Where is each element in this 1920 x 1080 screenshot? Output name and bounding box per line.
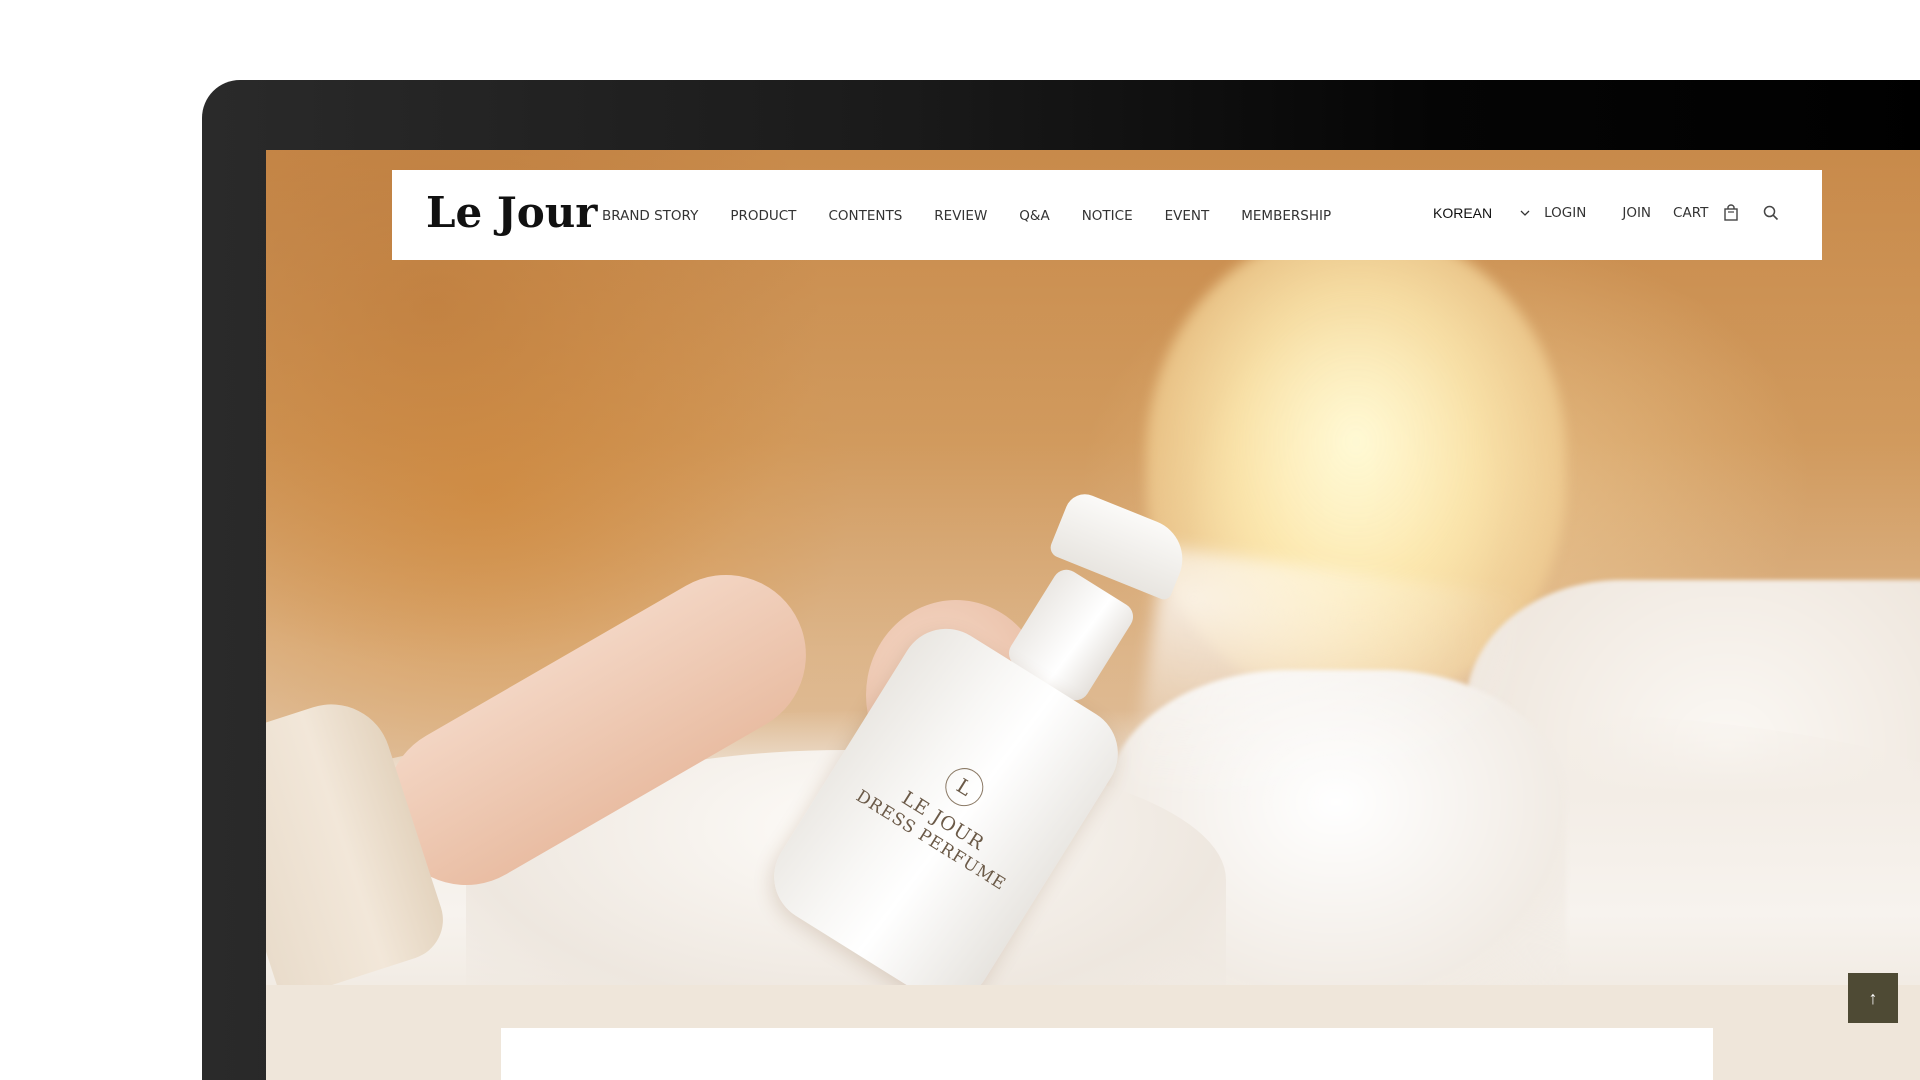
menu-item-membership[interactable]: MEMBERSHIP — [1241, 208, 1331, 224]
login-link[interactable]: LOGIN — [1544, 205, 1586, 221]
menu-item-notice[interactable]: NOTICE — [1082, 208, 1133, 224]
hero-image: L LE JOUR DRESS PERFUME — [266, 150, 1920, 985]
search-icon[interactable] — [1762, 204, 1780, 222]
join-link[interactable]: JOIN — [1622, 205, 1651, 221]
hero-spray-mist — [1131, 546, 1521, 834]
shopping-bag-icon[interactable] — [1722, 204, 1740, 222]
website-screen: L LE JOUR DRESS PERFUME Le Jour BRAND ST… — [266, 150, 1920, 1080]
content-card — [501, 1028, 1713, 1080]
site-logo[interactable]: Le Jour — [426, 188, 597, 237]
language-select[interactable]: KOREAN — [1433, 205, 1492, 221]
top-navbar: Le Jour BRAND STORY PRODUCT CONTENTS REV… — [392, 170, 1822, 260]
scroll-to-top-button[interactable]: ↑ — [1848, 973, 1898, 1023]
menu-item-product[interactable]: PRODUCT — [730, 208, 796, 224]
menu-item-brand-story[interactable]: BRAND STORY — [602, 208, 698, 224]
arrow-up-icon: ↑ — [1868, 988, 1878, 1008]
menu-item-review[interactable]: REVIEW — [934, 208, 987, 224]
menu-item-qna[interactable]: Q&A — [1019, 208, 1049, 224]
menu-item-contents[interactable]: CONTENTS — [828, 208, 902, 224]
chevron-down-icon[interactable] — [1520, 208, 1530, 218]
header-tools: KOREAN LOGIN JOIN CART — [1433, 204, 1780, 222]
menu-item-event[interactable]: EVENT — [1165, 208, 1210, 224]
main-menu: BRAND STORY PRODUCT CONTENTS REVIEW Q&A … — [602, 208, 1363, 224]
cart-link[interactable]: CART — [1673, 205, 1708, 221]
